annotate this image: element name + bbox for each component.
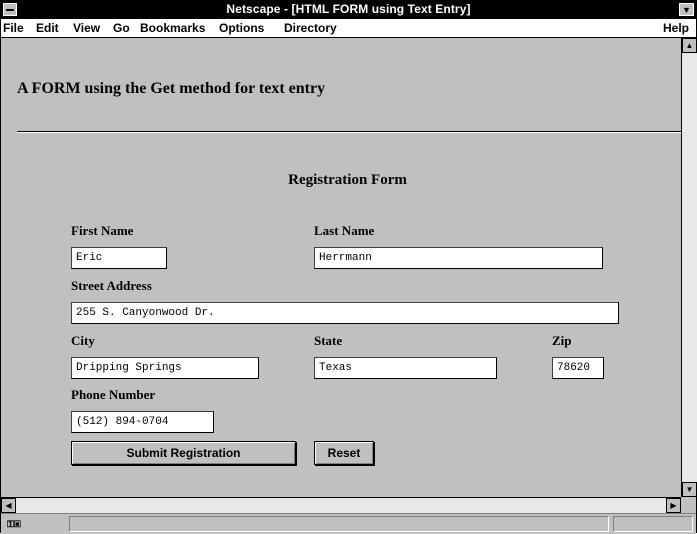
zip-label: Zip [552, 333, 572, 348]
menu-help[interactable]: Help [663, 21, 689, 35]
browser-window: Netscape - [HTML FORM using Text Entry] … [0, 0, 697, 534]
zip-field[interactable]: 78620 [552, 357, 604, 379]
status-bar: ⚿▣ [1, 513, 696, 534]
menu-file[interactable]: File [3, 21, 24, 35]
form-title: Registration Form [288, 172, 407, 188]
title-bar[interactable]: Netscape - [HTML FORM using Text Entry] … [1, 1, 696, 19]
reset-button[interactable]: Reset [314, 441, 374, 465]
menu-edit[interactable]: Edit [36, 21, 59, 35]
horizontal-rule [17, 131, 681, 133]
phone-number-label: Phone Number [71, 387, 156, 402]
scrollbar-corner [681, 497, 696, 512]
first-name-label: First Name [71, 223, 134, 238]
street-address-label: Street Address [71, 278, 152, 293]
menu-go[interactable]: Go [113, 21, 130, 35]
minimize-icon[interactable]: ▼ [679, 3, 694, 16]
street-address-field[interactable]: 255 S. Canyonwood Dr. [71, 302, 619, 324]
status-progress-area [613, 516, 693, 532]
state-field[interactable]: Texas [314, 357, 497, 379]
page-heading: A FORM using the Get method for text ent… [17, 80, 326, 97]
window-title: Netscape - [HTML FORM using Text Entry] [226, 2, 471, 16]
phone-number-field[interactable]: (512) 894-0704 [71, 411, 214, 433]
menu-bookmarks[interactable]: Bookmarks [140, 21, 205, 35]
scroll-left-icon[interactable]: ◀ [1, 498, 16, 513]
horizontal-scrollbar[interactable]: ◀ ▶ [1, 497, 681, 513]
state-label: State [314, 333, 343, 348]
status-message-area [69, 516, 609, 532]
menu-bar: File Edit View Go Bookmarks Options Dire… [1, 19, 696, 38]
last-name-label: Last Name [314, 223, 375, 238]
menu-directory[interactable]: Directory [284, 21, 337, 35]
city-label: City [71, 333, 95, 348]
last-name-field[interactable]: Herrmann [314, 247, 603, 269]
scroll-right-icon[interactable]: ▶ [666, 498, 681, 513]
city-field[interactable]: Dripping Springs [71, 357, 259, 379]
first-name-field[interactable]: Eric [71, 247, 167, 269]
scroll-down-icon[interactable]: ▼ [682, 482, 697, 497]
scroll-up-icon[interactable]: ▲ [682, 38, 697, 53]
menu-options[interactable]: Options [219, 21, 264, 35]
vertical-scrollbar[interactable]: ▲ ▼ [681, 38, 697, 497]
security-key-icon: ⚿▣ [7, 519, 21, 529]
page-content: A FORM using the Get method for text ent… [1, 38, 681, 497]
submit-registration-button[interactable]: Submit Registration [71, 441, 296, 465]
menu-view[interactable]: View [73, 21, 100, 35]
